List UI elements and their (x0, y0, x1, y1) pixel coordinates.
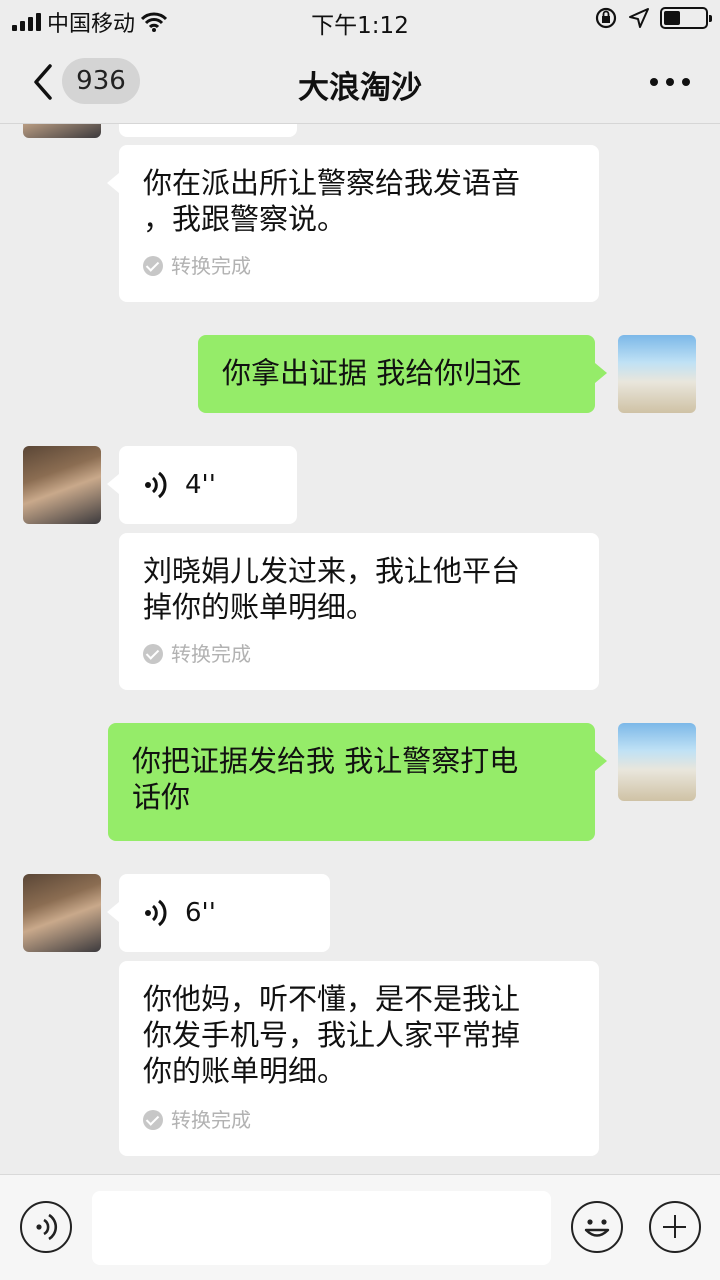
conversion-status: 转换完成 (143, 1102, 251, 1138)
voice-duration: 4'' (185, 470, 216, 500)
message-text-line: 你把证据发给我 我让警察打电 (132, 744, 519, 778)
conversion-status: 转换完成 (143, 248, 251, 284)
status-right (594, 6, 712, 30)
message-text-line: ，我跟警察说。 (143, 202, 347, 236)
message-text-line: 话你 (132, 780, 191, 814)
message-text-line: 你发手机号，我让人家平常掉 (143, 1018, 521, 1052)
message-bubble-partial (119, 124, 297, 137)
message-bubble-sent[interactable]: 你拿出证据 我给你归还 (198, 335, 607, 413)
voice-wave-icon (145, 471, 167, 499)
avatar[interactable] (23, 874, 101, 952)
status-bar: 中国移动 下午1:12 (0, 0, 720, 40)
emoji-icon[interactable] (571, 1201, 623, 1253)
chat-title: 大浪淘沙 (298, 70, 422, 106)
check-icon (143, 1110, 163, 1130)
conversion-status: 转换完成 (143, 636, 251, 672)
message-text-line: 你的账单明细。 (143, 1054, 347, 1088)
avatar-self[interactable] (618, 723, 696, 801)
message-bubble[interactable]: 你他妈，听不懂，是不是我让 你发手机号，我让人家平常掉 你的账单明细。 转换完成 (119, 961, 599, 1156)
check-icon (143, 644, 163, 664)
avatar-self[interactable] (618, 335, 696, 413)
plus-icon[interactable] (649, 1201, 701, 1253)
message-bubble[interactable]: 刘晓娟儿发过来，我让他平台 掉你的账单明细。 转换完成 (119, 533, 599, 690)
chat-message-list[interactable]: 你在派出所让警察给我发语音 ，我跟警察说。 转换完成 你拿出证据 我给你归还 4… (0, 124, 720, 1174)
avatar[interactable] (23, 124, 101, 138)
voice-message-bubble[interactable]: 6'' (107, 874, 330, 952)
orientation-lock-icon (595, 7, 617, 29)
message-text-line: 你拿出证据 我给你归还 (222, 356, 522, 390)
conversion-status-label: 转换完成 (171, 1108, 251, 1132)
message-text-line: 你在派出所让警察给我发语音 (143, 166, 521, 200)
conversion-status-label: 转换完成 (171, 642, 251, 666)
chat-header: 936 大浪淘沙 (0, 40, 720, 124)
conversion-status-label: 转换完成 (171, 254, 251, 278)
message-bubble-sent[interactable]: 你把证据发给我 我让警察打电 话你 (108, 723, 607, 841)
message-text-line: 掉你的账单明细。 (143, 590, 376, 624)
message-input[interactable] (92, 1191, 551, 1265)
message-text-line: 你他妈，听不懂，是不是我让 (143, 982, 521, 1016)
voice-message-bubble[interactable]: 4'' (107, 446, 297, 524)
more-dots-icon[interactable] (650, 78, 690, 86)
avatar[interactable] (23, 446, 101, 524)
message-text-line: 刘晓娟儿发过来，我让他平台 (143, 554, 521, 588)
message-bubble[interactable]: 你在派出所让警察给我发语音 ，我跟警察说。 转换完成 (107, 145, 599, 302)
voice-wave-icon (145, 899, 167, 927)
input-bar (0, 1174, 720, 1280)
check-icon (143, 256, 163, 276)
battery-icon (660, 7, 712, 29)
voice-duration: 6'' (185, 898, 216, 928)
location-icon (629, 8, 649, 28)
voice-input-icon[interactable] (20, 1201, 72, 1253)
